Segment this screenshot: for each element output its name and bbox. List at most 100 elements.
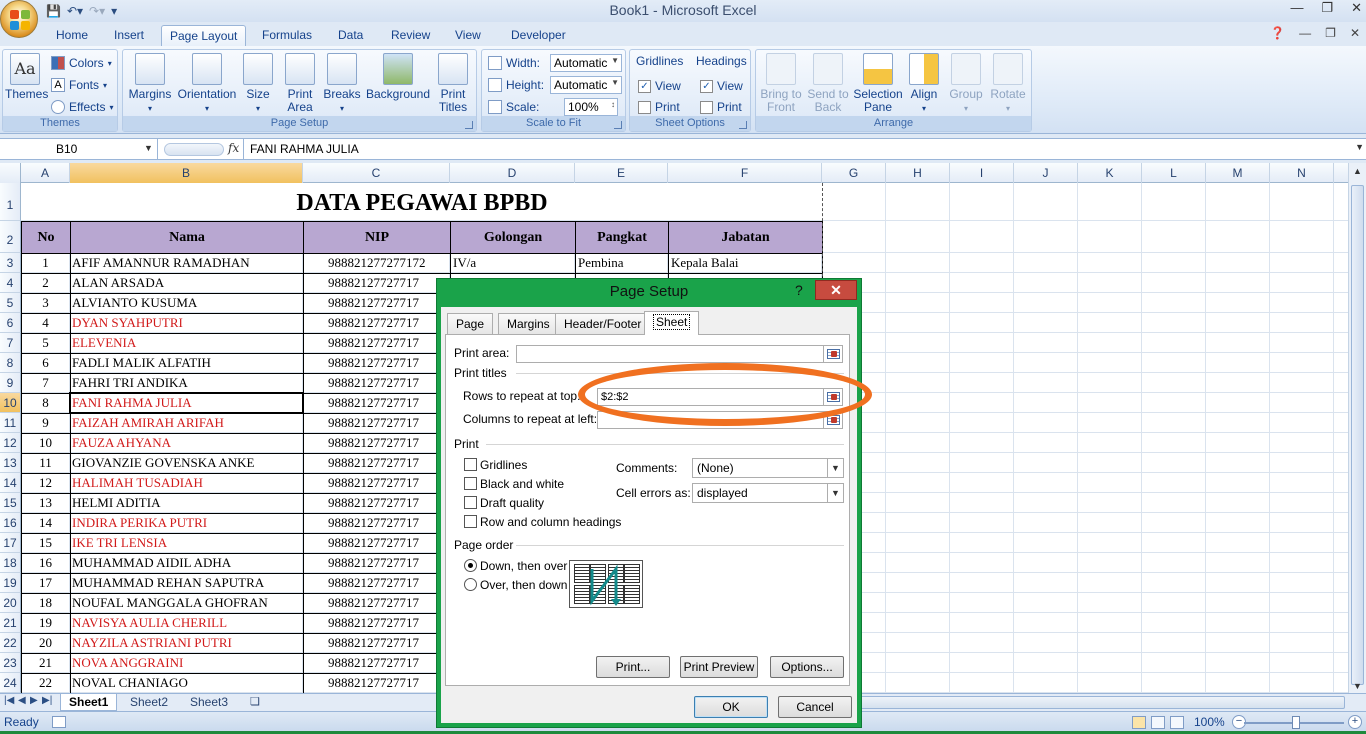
normal-view-icon[interactable]	[1132, 716, 1146, 729]
cell-nip[interactable]: 98882127727717	[328, 553, 449, 573]
column-header-f[interactable]: F	[668, 163, 822, 183]
select-all-corner[interactable]	[0, 163, 21, 183]
doc-minimize-icon[interactable]: —	[1299, 26, 1311, 40]
cell-no[interactable]: 4	[21, 313, 70, 333]
cell-nama[interactable]: FAIZAH AMIRAH ARIFAH	[72, 413, 302, 433]
name-box[interactable]: B10	[0, 139, 158, 160]
help-icon[interactable]: ❓	[1270, 26, 1285, 40]
cell-nama[interactable]: FADLI MALIK ALFATIH	[72, 353, 302, 373]
cell-nip[interactable]: 98882127727717	[328, 373, 449, 393]
cell-no[interactable]: 11	[21, 453, 70, 473]
table-header-cell[interactable]: Nama	[70, 221, 304, 254]
dialog-tab-header-footer[interactable]: Header/Footer	[555, 313, 651, 334]
cell-nip[interactable]: 98882127727717	[328, 333, 449, 353]
over-then-down-radio[interactable]	[464, 578, 477, 591]
gridlines-print-check[interactable]: Print	[638, 98, 680, 116]
cell-nama[interactable]: INDIRA PERIKA PUTRI	[72, 513, 302, 533]
cell-nama[interactable]: GIOVANZIE GOVENSKA ANKE	[72, 453, 302, 473]
cols-repeat-input[interactable]	[597, 411, 824, 429]
fonts-button[interactable]: A Fonts ▾	[51, 76, 107, 94]
cell-nip[interactable]: 98882127727717	[328, 453, 449, 473]
cell-pangkat[interactable]: Pembina	[578, 253, 667, 273]
scroll-up-icon[interactable]: ▲	[1353, 166, 1362, 176]
page-break-view-icon[interactable]	[1170, 716, 1184, 729]
insert-sheet-icon[interactable]: ❏	[242, 694, 268, 711]
sheet-tab-sheet2[interactable]: Sheet2	[122, 694, 176, 711]
ok-button[interactable]: OK	[694, 696, 768, 718]
group-button[interactable]: Group ▾	[946, 53, 986, 115]
bring-to-front-button[interactable]: Bring to Front	[758, 53, 804, 114]
next-sheet-icon[interactable]: ▶	[30, 695, 38, 706]
gridlines-view-check[interactable]: ✓ View	[638, 77, 681, 95]
cell-no[interactable]: 22	[21, 673, 70, 693]
page-setup-launcher-icon[interactable]	[465, 121, 473, 129]
column-header-h[interactable]: H	[886, 163, 950, 183]
row-header-4[interactable]: 4	[0, 273, 21, 293]
cell-no[interactable]: 1	[21, 253, 70, 273]
sheet-tab-sheet3[interactable]: Sheet3	[182, 694, 236, 711]
row-header-17[interactable]: 17	[0, 533, 21, 553]
cell-no[interactable]: 13	[21, 493, 70, 513]
scale-spinner[interactable]: 100% ↕	[564, 98, 618, 116]
cell-nama[interactable]: ALAN ARSADA	[72, 273, 302, 293]
cell-errors-select[interactable]: displayed ▼	[692, 483, 844, 503]
print-preview-button[interactable]: Print Preview	[680, 656, 758, 678]
tab-review[interactable]: Review	[383, 25, 438, 46]
table-header-cell[interactable]: Golongan	[450, 221, 576, 254]
chevron-down-icon[interactable]: ▼	[144, 143, 153, 153]
doc-close-icon[interactable]: ✕	[1350, 26, 1360, 40]
column-header-n[interactable]: N	[1270, 163, 1334, 183]
orientation-button[interactable]: Orientation ▾	[175, 53, 239, 115]
row-header-10[interactable]: 10	[0, 393, 21, 413]
row-col-headings-checkbox[interactable]	[464, 515, 477, 528]
effects-button[interactable]: Effects ▾	[51, 98, 113, 116]
cell-no[interactable]: 9	[21, 413, 70, 433]
rows-repeat-input[interactable]: $2:$2	[597, 388, 824, 406]
print-button[interactable]: Print...	[596, 656, 670, 678]
row-header-1[interactable]: 1	[0, 183, 21, 221]
scroll-down-icon[interactable]: ▼	[1353, 681, 1362, 691]
row-header-9[interactable]: 9	[0, 373, 21, 393]
column-header-a[interactable]: A	[21, 163, 70, 183]
row-header-21[interactable]: 21	[0, 613, 21, 633]
column-header-d[interactable]: D	[450, 163, 575, 183]
cell-nip[interactable]: 98882127727717	[328, 493, 449, 513]
cell-nip[interactable]: 98882127727717	[328, 633, 449, 653]
tab-home[interactable]: Home	[48, 25, 96, 46]
width-combo[interactable]: Automatic ▼	[550, 54, 622, 72]
row-header-12[interactable]: 12	[0, 433, 21, 453]
sheet-tab-sheet1[interactable]: Sheet1	[60, 694, 118, 711]
cell-nama[interactable]: HELMI ADITIA	[72, 493, 302, 513]
dialog-tab-sheet[interactable]: Sheet	[644, 311, 700, 335]
breaks-button[interactable]: Breaks ▾	[323, 53, 361, 115]
horizontal-scrollbar[interactable]	[860, 696, 1345, 709]
prev-sheet-icon[interactable]: ◀	[18, 695, 26, 706]
options-button[interactable]: Options...	[770, 656, 844, 678]
table-header-cell[interactable]: Jabatan	[668, 221, 823, 254]
expand-formula-icon[interactable]: ▼	[1355, 142, 1364, 152]
tab-formulas[interactable]: Formulas	[254, 25, 320, 46]
table-header-cell[interactable]: No	[21, 221, 71, 254]
cell-no[interactable]: 6	[21, 353, 70, 373]
doc-restore-icon[interactable]: ❐	[1325, 26, 1336, 40]
cell-nama[interactable]: FAHRI TRI ANDIKA	[72, 373, 302, 393]
column-header-c[interactable]: C	[303, 163, 450, 183]
insert-function-icon[interactable]: fx	[228, 141, 239, 155]
sheet-options-launcher-icon[interactable]	[739, 121, 747, 129]
draft-quality-checkbox[interactable]	[464, 496, 477, 509]
row-header-8[interactable]: 8	[0, 353, 21, 373]
table-header-cell[interactable]: NIP	[303, 221, 451, 254]
column-header-l[interactable]: L	[1142, 163, 1206, 183]
row-header-14[interactable]: 14	[0, 473, 21, 493]
cell-no[interactable]: 5	[21, 333, 70, 353]
cell-nip[interactable]: 98882127727717	[328, 653, 449, 673]
cell-no[interactable]: 16	[21, 553, 70, 573]
cell-no[interactable]: 21	[21, 653, 70, 673]
print-area-input[interactable]	[516, 345, 824, 363]
cell-no[interactable]: 20	[21, 633, 70, 653]
tab-insert[interactable]: Insert	[106, 25, 152, 46]
row-header-22[interactable]: 22	[0, 633, 21, 653]
cell-nip[interactable]: 98882127727717	[328, 593, 449, 613]
sheet-title-cell[interactable]: DATA PEGAWAI BPBD	[21, 183, 823, 221]
row-header-7[interactable]: 7	[0, 333, 21, 353]
